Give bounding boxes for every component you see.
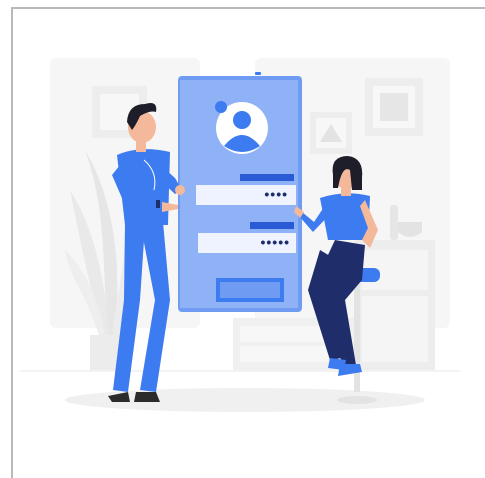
illustration-frame: •••• ••••• <box>0 0 485 478</box>
floor-line <box>20 370 460 372</box>
password-mask-2: ••••• <box>260 234 290 250</box>
password-mask-1: •••• <box>264 186 288 202</box>
picture-right-art <box>380 93 408 121</box>
login-illustration: •••• ••••• <box>20 58 460 412</box>
phone-login-screen: •••• ••••• <box>178 72 302 312</box>
phone-speaker <box>255 72 261 75</box>
login-button-inner <box>220 282 280 298</box>
bar-stool-leg <box>354 282 360 392</box>
field-label-bar-2 <box>250 222 294 229</box>
field-label-bar-1 <box>240 174 294 181</box>
